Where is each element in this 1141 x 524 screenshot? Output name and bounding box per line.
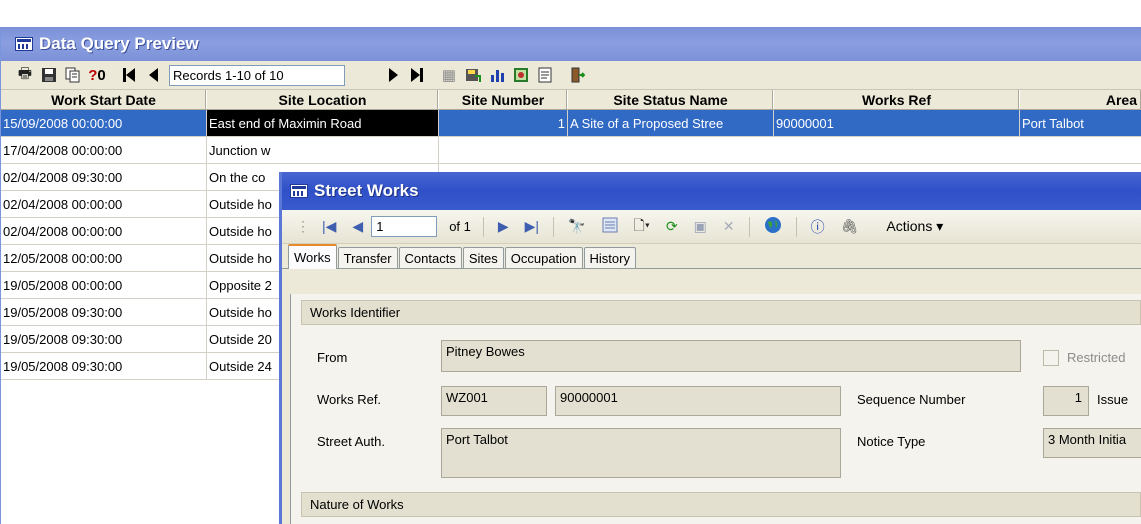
sequence-number-field[interactable]: 1 [1043,386,1089,416]
street-auth-label: Street Auth. [317,434,385,449]
dqp-title-bar[interactable]: Data Query Preview [1,27,1141,61]
info-icon[interactable]: ⓘ [811,217,825,237]
grid-header: Work Start Date Site Location Site Numbe… [1,90,1141,110]
window-icon [15,37,33,51]
works-identifier-header[interactable]: Works Identifier [301,300,1141,325]
column-header[interactable]: Site Status Name [568,90,774,109]
toolbar-separator [748,216,750,237]
cell-work-start-date[interactable]: 02/04/2008 00:00:00 [1,218,207,244]
toolbar-separator [482,216,484,237]
next-record-icon[interactable] [381,64,405,86]
report-icon[interactable] [533,64,557,86]
delete-icon[interactable]: ✕ [723,218,735,235]
print-icon[interactable]: 🖶 [13,64,37,86]
save-icon[interactable]: ▣ [694,218,707,235]
chart-icon[interactable] [485,64,509,86]
dqp-title: Data Query Preview [39,34,199,53]
records-field[interactable]: Records 1-10 of 10 [169,64,345,86]
image-icon[interactable] [509,64,533,86]
dqp-toolbar: 🖶 ? 0 Records 1-10 of 10 ▦ [1,61,1141,90]
copy-icon[interactable] [61,64,85,86]
new-record-icon[interactable]: 🗋▾ [634,215,650,239]
notice-type-field[interactable]: 3 Month Initia [1043,428,1141,458]
next-record-icon[interactable]: ▶ [498,218,509,235]
actions-menu[interactable]: Actions ▾ [886,218,943,235]
previous-record-icon[interactable] [141,64,165,86]
tab-occupation[interactable]: Occupation [504,247,583,268]
cell-work-start-date[interactable]: 02/04/2008 00:00:00 [1,191,207,217]
cell-work-start-date[interactable]: 19/05/2008 00:00:00 [1,272,207,298]
first-record-icon[interactable]: |◀ [322,218,336,235]
table-row[interactable]: 17/04/2008 00:00:00 Junction w [1,137,1141,164]
cell-works-ref[interactable]: 90000001 [774,110,1020,136]
position-field[interactable]: 1 [371,216,438,237]
cell-work-start-date[interactable]: 02/04/2008 09:30:00 [1,164,207,190]
column-header[interactable]: Area [1020,90,1141,109]
grid-icon[interactable]: ▦ [437,64,461,86]
sw-title: Street Works [314,181,419,200]
sw-toolbar: ⋮ |◀ ◀ 1 of 1 ▶ ▶| 🔭 🗋▾ ⟳ ▣ ✕ ⓘ 🖇 Action… [282,210,1141,244]
restricted-checkbox[interactable] [1043,350,1059,366]
column-header[interactable]: Work Start Date [1,90,207,109]
table-row[interactable]: 15/09/2008 00:00:00 East end of Maximin … [1,110,1141,137]
cell-site-number[interactable]: 1 [439,110,568,136]
cell-site-location[interactable]: East end of Maximin Road [207,110,439,136]
cell-work-start-date[interactable]: 19/05/2008 09:30:00 [1,326,207,352]
window-icon [290,184,308,198]
tab-history[interactable]: History [583,247,636,268]
globe-icon[interactable] [764,216,782,237]
toolbar-separator [795,216,797,237]
cell-site-status[interactable]: A Site of a Proposed Stree [568,110,774,136]
column-header[interactable]: Site Location [207,90,439,109]
toolbar-grip-icon[interactable]: ⋮ [296,218,310,235]
cell-work-start-date[interactable]: 17/04/2008 00:00:00 [1,137,207,163]
from-label: From [317,350,348,365]
cell-work-start-date[interactable]: 12/05/2008 00:00:00 [1,245,207,271]
last-record-icon[interactable] [405,64,429,86]
find-icon[interactable]: 🔭 [568,218,585,235]
exit-icon[interactable] [565,64,589,86]
street-auth-field[interactable]: Port Talbot [441,428,841,478]
notice-type-label: Notice Type [857,434,926,449]
tab-contacts[interactable]: Contacts [398,247,462,268]
issue-label: Issue [1097,392,1129,407]
tab-works[interactable]: Works [288,244,337,269]
list-view-icon[interactable] [602,217,618,236]
help-query-icon[interactable]: ? 0 [85,64,109,86]
record-count-label: of 1 [449,219,471,234]
cell-work-start-date[interactable]: 19/05/2008 09:30:00 [1,299,207,325]
attachment-icon[interactable]: 🖇 [841,218,859,235]
works-tab-panel: Works Identifier From Pitney Bowes Restr… [290,294,1141,524]
street-works-window: Street Works ⋮ |◀ ◀ 1 of 1 ▶ ▶| 🔭 🗋▾ ⟳ ▣… [279,172,1141,524]
sw-title-bar[interactable]: Street Works [282,172,1141,210]
sw-tab-strip: Works Transfer Contacts Sites Occupation… [282,244,1141,269]
cell-work-start-date[interactable]: 15/09/2008 00:00:00 [1,110,207,136]
last-record-icon[interactable]: ▶| [525,218,539,235]
tab-sites[interactable]: Sites [462,247,504,268]
cell-work-start-date[interactable]: 19/05/2008 09:30:00 [1,353,207,379]
save-icon[interactable] [37,64,61,86]
from-field[interactable]: Pitney Bowes [441,340,1021,372]
column-header[interactable]: Works Ref [774,90,1020,109]
works-ref-prefix-field[interactable]: WZ001 [441,386,547,416]
nature-of-works-header[interactable]: Nature of Works [301,492,1141,517]
restricted-label: Restricted [1067,350,1126,365]
column-header[interactable]: Site Number [439,90,568,109]
first-record-icon[interactable] [117,64,141,86]
toolbar-separator [553,216,555,237]
works-ref-number-field[interactable]: 90000001 [555,386,841,416]
refresh-icon[interactable]: ⟳ [666,218,678,235]
tab-transfer[interactable]: Transfer [337,247,398,268]
works-ref-label: Works Ref. [317,392,382,407]
cell-site-location[interactable]: Junction w [207,137,439,163]
export-icon[interactable] [461,64,485,86]
cell-area[interactable]: Port Talbot [1020,110,1141,136]
previous-record-icon[interactable]: ◀ [352,218,363,235]
sequence-number-label: Sequence Number [857,392,966,407]
